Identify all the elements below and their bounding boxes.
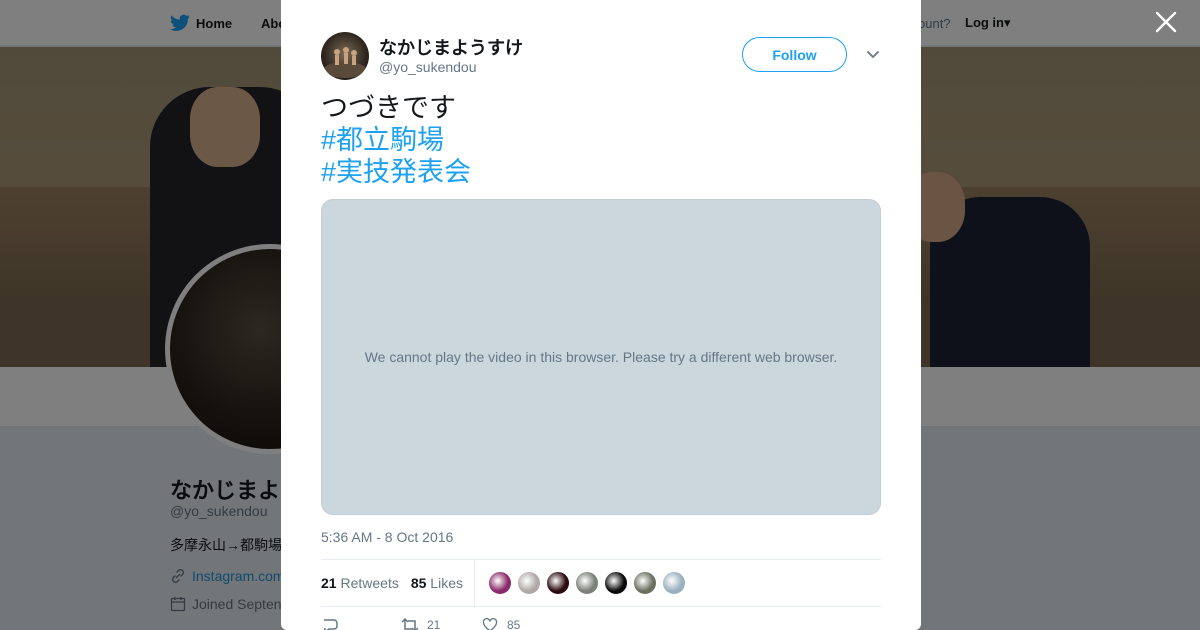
tweet-text: つづきです #都立駒場 #実技発表会: [321, 92, 471, 188]
tweet-author-name[interactable]: なかじまようすけ: [379, 34, 523, 60]
tweet-author-handle[interactable]: @yo_sukendou: [379, 59, 477, 75]
retweets-count: 21: [321, 575, 337, 591]
tweet-timestamp[interactable]: 5:36 AM - 8 Oct 2016: [321, 529, 453, 545]
liker-avatar[interactable]: [544, 570, 571, 596]
liker-avatar[interactable]: [573, 570, 600, 596]
retweets-label: Retweets: [340, 575, 399, 591]
hashtag-link[interactable]: #都立駒場: [321, 124, 471, 156]
like-count: 85: [507, 618, 521, 630]
heart-icon: [482, 618, 498, 630]
liker-avatar[interactable]: [602, 570, 629, 596]
likes-count: 85: [410, 575, 427, 591]
like-button[interactable]: 85: [481, 618, 520, 630]
more-options-button[interactable]: [863, 44, 883, 64]
tweet-body: つづきです: [321, 93, 456, 123]
liker-avatars: [486, 570, 687, 596]
follow-button[interactable]: Follow: [742, 37, 847, 72]
chevron-down-icon: [867, 51, 879, 58]
retweet-count: 21: [427, 618, 441, 630]
hashtag-link[interactable]: #実技発表会: [321, 156, 471, 188]
reply-icon: [324, 619, 338, 630]
retweet-icon: [401, 618, 419, 630]
retweet-button[interactable]: 21: [401, 618, 481, 630]
avatar-photo: [323, 47, 367, 78]
liker-avatar[interactable]: [631, 570, 658, 596]
close-button[interactable]: [1152, 10, 1180, 38]
liker-avatar[interactable]: [515, 570, 542, 596]
close-icon: [1155, 11, 1177, 33]
likes-stat[interactable]: 85 Likes: [411, 575, 463, 591]
liker-avatar[interactable]: [486, 570, 513, 596]
tweet-modal: なかじまようすけ @yo_sukendou Follow つづきです #都立駒場…: [281, 0, 921, 630]
retweets-stat[interactable]: 21 Retweets: [321, 575, 399, 591]
video-player[interactable]: We cannot play the video in this browser…: [321, 199, 881, 515]
video-unsupported-message: We cannot play the video in this browser…: [364, 349, 838, 365]
tweet-stats: 21 Retweets 85 Likes: [321, 559, 881, 607]
tweet-actions: 21 85: [321, 618, 520, 630]
stats-divider: [473, 559, 475, 607]
tweet-author-avatar[interactable]: [321, 32, 369, 80]
reply-button[interactable]: [321, 618, 401, 630]
likes-label: Likes: [430, 575, 463, 591]
liker-avatar[interactable]: [660, 570, 687, 596]
